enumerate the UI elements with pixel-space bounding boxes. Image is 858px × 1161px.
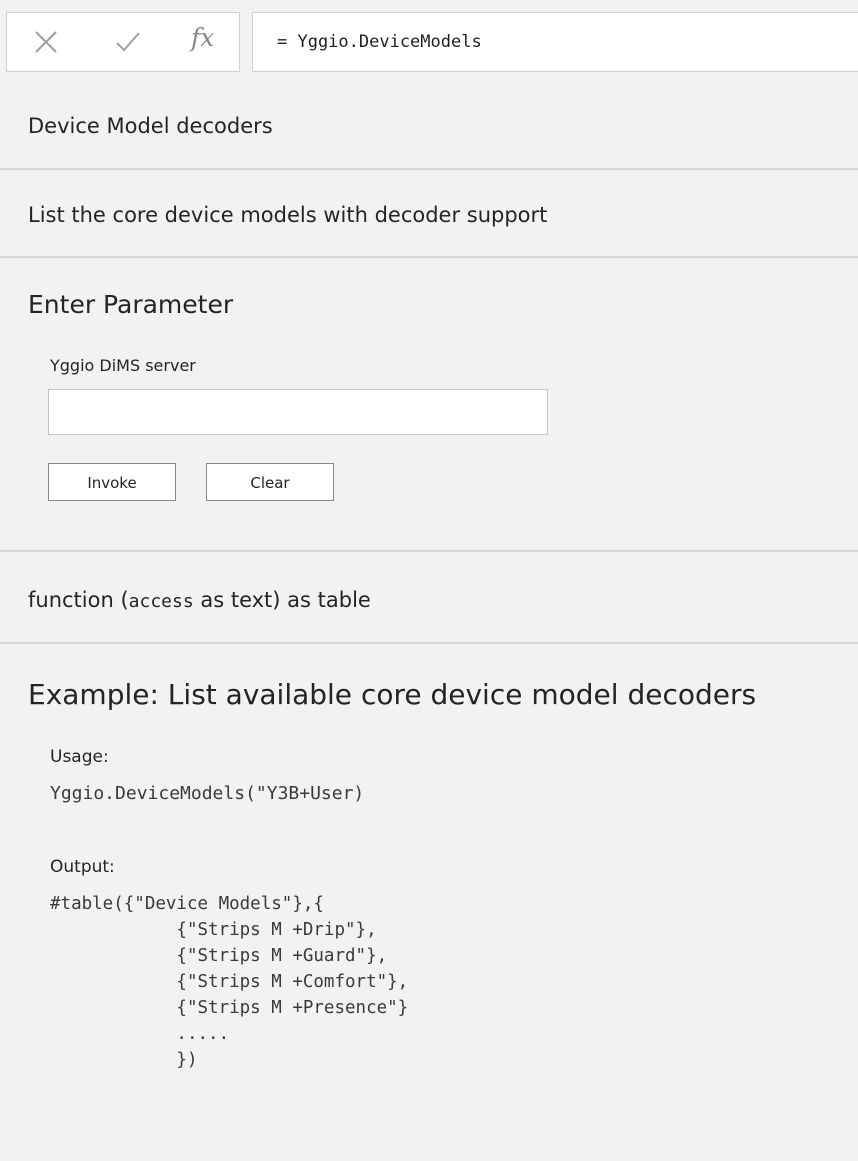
divider: [0, 168, 858, 170]
parameters-heading: Enter Parameter: [28, 290, 234, 319]
formula-input[interactable]: = Yggio.DeviceModels: [252, 12, 858, 72]
signature-suffix: as text) as table: [193, 588, 371, 612]
server-input[interactable]: [48, 389, 548, 435]
usage-code: Yggio.DeviceModels("Y3B+User): [50, 783, 365, 804]
formula-bar-buttons: fx: [6, 12, 240, 72]
check-icon[interactable]: [111, 25, 145, 59]
function-invoke-pane: fx = Yggio.DeviceModels Device Model dec…: [0, 0, 858, 1161]
divider: [0, 642, 858, 644]
output-label: Output:: [50, 857, 115, 877]
fx-label[interactable]: fx: [191, 23, 214, 52]
divider: [0, 550, 858, 552]
function-signature: function (access as text) as table: [28, 588, 371, 612]
x-icon[interactable]: [29, 25, 63, 59]
function-description: List the core device models with decoder…: [28, 203, 548, 227]
signature-prefix: function (: [28, 588, 129, 612]
invoke-button[interactable]: Invoke: [48, 463, 176, 501]
clear-button[interactable]: Clear: [206, 463, 334, 501]
output-code: #table({"Device Models"},{ {"Strips M +D…: [50, 894, 409, 1070]
formula-bar: fx = Yggio.DeviceModels: [6, 12, 858, 74]
function-title: Device Model decoders: [28, 114, 273, 138]
divider: [0, 256, 858, 258]
signature-param: access: [128, 591, 194, 612]
example-title: Example: List available core device mode…: [28, 678, 757, 711]
usage-label: Usage:: [50, 747, 109, 767]
param-label: Yggio DiMS server: [50, 356, 196, 375]
